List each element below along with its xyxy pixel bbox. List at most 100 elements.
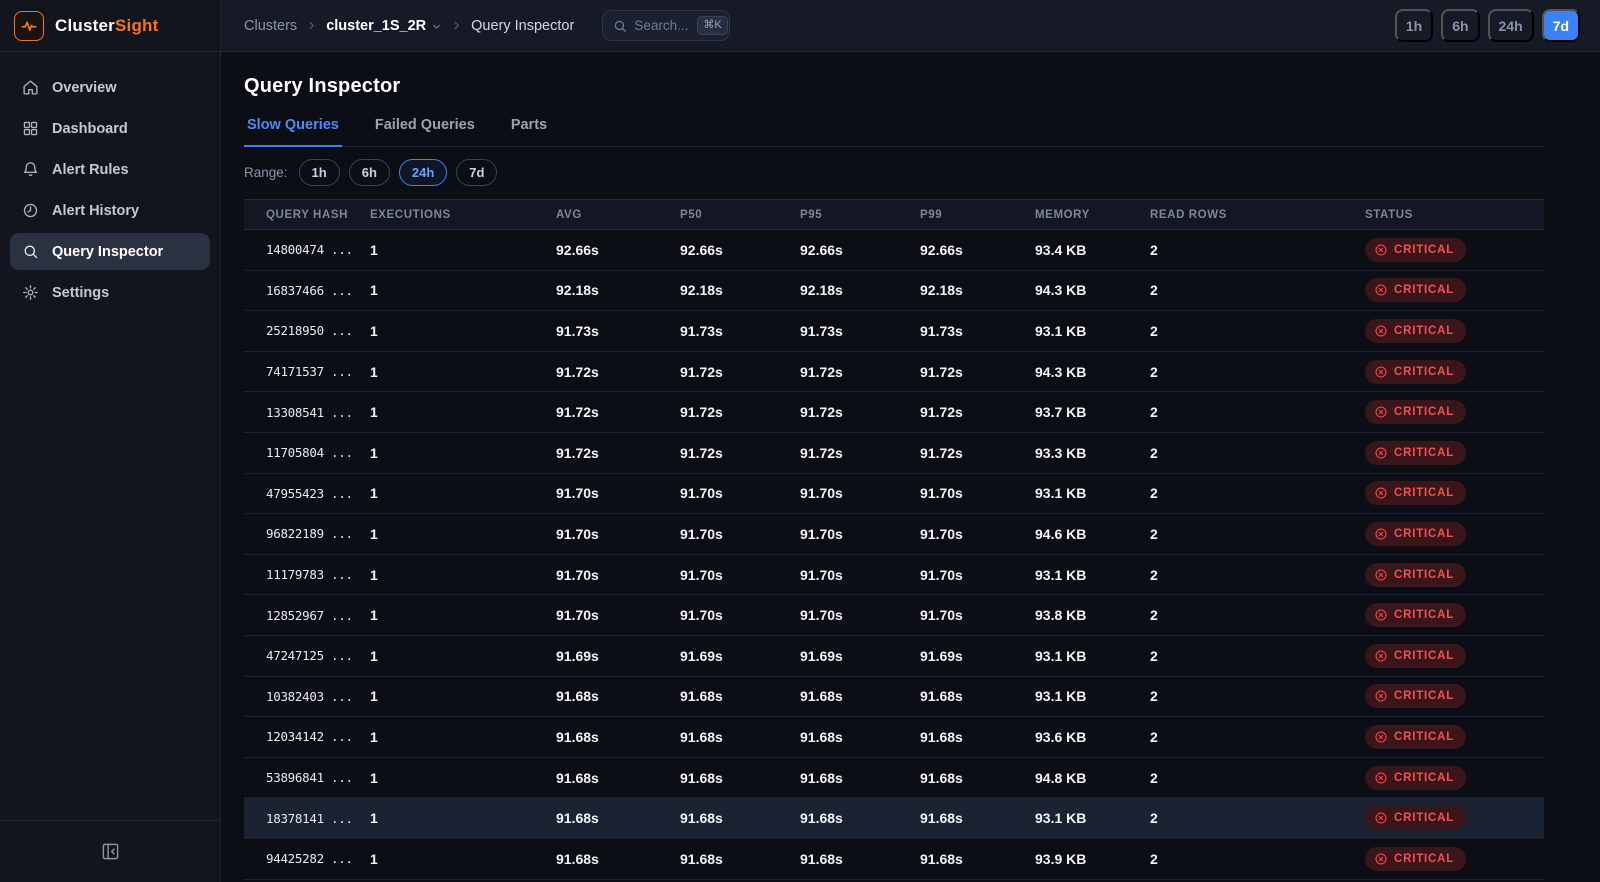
breadcrumb-cluster-selector[interactable]: cluster_1S_2R bbox=[326, 18, 442, 34]
cell-executions: 1 bbox=[370, 607, 556, 623]
cell-p99: 91.70s bbox=[920, 485, 1035, 501]
x-circle-icon bbox=[1374, 283, 1388, 297]
cell-memory: 93.1 KB bbox=[1035, 567, 1150, 583]
global-time-range-button[interactable]: 6h bbox=[1441, 9, 1479, 42]
range-pill[interactable]: 7d bbox=[456, 159, 497, 186]
global-time-range-button[interactable]: 24h bbox=[1488, 9, 1534, 42]
table-row[interactable]: 16837466 ... 1 92.18s 92.18s 92.18s 92.1… bbox=[244, 271, 1544, 312]
table-row[interactable]: 18378141 ... 1 91.68s 91.68s 91.68s 91.6… bbox=[244, 798, 1544, 839]
cell-p50: 92.18s bbox=[680, 282, 800, 298]
status-badge-label: CRITICAL bbox=[1394, 406, 1454, 418]
cell-query-hash: 16837466 ... bbox=[244, 283, 370, 298]
table-row[interactable]: 96822189 ... 1 91.70s 91.70s 91.70s 91.7… bbox=[244, 514, 1544, 555]
cell-avg: 91.70s bbox=[556, 526, 680, 542]
table-row[interactable]: 53896841 ... 1 91.68s 91.68s 91.68s 91.6… bbox=[244, 758, 1544, 799]
table-row[interactable]: 10382403 ... 1 91.68s 91.68s 91.68s 91.6… bbox=[244, 677, 1544, 718]
cell-memory: 93.1 KB bbox=[1035, 323, 1150, 339]
x-circle-icon bbox=[1374, 527, 1388, 541]
status-badge-label: CRITICAL bbox=[1394, 731, 1454, 743]
sidebar-item[interactable]: Settings bbox=[10, 274, 210, 311]
status-badge-label: CRITICAL bbox=[1394, 772, 1454, 784]
table-row[interactable]: 14800474 ... 1 92.66s 92.66s 92.66s 92.6… bbox=[244, 230, 1544, 271]
sidebar-item-label: Dashboard bbox=[52, 121, 128, 137]
sidebar-item[interactable]: Dashboard bbox=[10, 110, 210, 147]
status-badge: CRITICAL bbox=[1365, 603, 1466, 627]
cell-p50: 91.68s bbox=[680, 851, 800, 867]
global-time-range-button[interactable]: 7d bbox=[1542, 9, 1580, 42]
range-pill[interactable]: 1h bbox=[299, 159, 340, 186]
cell-avg: 91.70s bbox=[556, 567, 680, 583]
search-box[interactable]: ⌘K bbox=[602, 10, 730, 41]
cell-status: CRITICAL bbox=[1365, 481, 1544, 505]
sidebar-item[interactable]: Alert Rules bbox=[10, 151, 210, 188]
cell-executions: 1 bbox=[370, 526, 556, 542]
x-circle-icon bbox=[1374, 486, 1388, 500]
status-badge-label: CRITICAL bbox=[1394, 366, 1454, 378]
cell-p99: 91.72s bbox=[920, 364, 1035, 380]
cell-query-hash: 96822189 ... bbox=[244, 526, 370, 541]
sidebar-item-label: Alert Rules bbox=[52, 162, 129, 178]
status-badge-label: CRITICAL bbox=[1394, 487, 1454, 499]
tab[interactable]: Parts bbox=[508, 117, 550, 147]
cell-p99: 91.70s bbox=[920, 607, 1035, 623]
table-row[interactable]: 25218950 ... 1 91.73s 91.73s 91.73s 91.7… bbox=[244, 311, 1544, 352]
sidebar-item[interactable]: Overview bbox=[10, 69, 210, 106]
tab[interactable]: Slow Queries bbox=[244, 117, 342, 147]
panel-collapse-icon[interactable] bbox=[95, 836, 126, 867]
cell-p95: 91.68s bbox=[800, 810, 920, 826]
cell-query-hash: 12034142 ... bbox=[244, 729, 370, 744]
sidebar-item-label: Alert History bbox=[52, 203, 139, 219]
x-circle-icon bbox=[1374, 852, 1388, 866]
search-input[interactable] bbox=[634, 18, 690, 33]
cell-p99: 91.73s bbox=[920, 323, 1035, 339]
cell-memory: 94.6 KB bbox=[1035, 526, 1150, 542]
table-row[interactable]: 12852967 ... 1 91.70s 91.70s 91.70s 91.7… bbox=[244, 595, 1544, 636]
table-row[interactable]: 11179783 ... 1 91.70s 91.70s 91.70s 91.7… bbox=[244, 555, 1544, 596]
table-column-header: READ ROWS bbox=[1150, 209, 1365, 221]
status-badge: CRITICAL bbox=[1365, 360, 1466, 384]
status-badge-label: CRITICAL bbox=[1394, 244, 1454, 256]
table-row[interactable]: 12034142 ... 1 91.68s 91.68s 91.68s 91.6… bbox=[244, 717, 1544, 758]
status-badge: CRITICAL bbox=[1365, 766, 1466, 790]
bell-icon bbox=[22, 161, 39, 178]
sidebar-item[interactable]: Alert History bbox=[10, 192, 210, 229]
table-row[interactable]: 11705804 ... 1 91.72s 91.72s 91.72s 91.7… bbox=[244, 433, 1544, 474]
tab[interactable]: Failed Queries bbox=[372, 117, 478, 147]
cell-p50: 91.68s bbox=[680, 729, 800, 745]
cell-p95: 91.68s bbox=[800, 851, 920, 867]
table-column-header: P95 bbox=[800, 209, 920, 221]
range-label: Range: bbox=[244, 165, 288, 180]
sidebar-footer bbox=[0, 820, 220, 882]
cell-status: CRITICAL bbox=[1365, 806, 1544, 830]
dashboard-icon bbox=[22, 120, 39, 137]
table-row[interactable]: 47247125 ... 1 91.69s 91.69s 91.69s 91.6… bbox=[244, 636, 1544, 677]
cell-status: CRITICAL bbox=[1365, 360, 1544, 384]
table-row[interactable]: 13308541 ... 1 91.72s 91.72s 91.72s 91.7… bbox=[244, 392, 1544, 433]
sidebar-item-label: Query Inspector bbox=[52, 244, 163, 260]
chevron-down-icon bbox=[431, 21, 442, 32]
table-row[interactable]: 94425282 ... 1 91.68s 91.68s 91.68s 91.6… bbox=[244, 839, 1544, 880]
table-column-header: P99 bbox=[920, 209, 1035, 221]
global-time-range-button[interactable]: 1h bbox=[1395, 9, 1433, 42]
cell-read-rows: 2 bbox=[1150, 851, 1365, 867]
cell-status: CRITICAL bbox=[1365, 603, 1544, 627]
table-row[interactable]: 47955423 ... 1 91.70s 91.70s 91.70s 91.7… bbox=[244, 474, 1544, 515]
cell-status: CRITICAL bbox=[1365, 522, 1544, 546]
cell-p95: 91.72s bbox=[800, 404, 920, 420]
breadcrumb: Clusters cluster_1S_2R Query Inspector bbox=[244, 18, 574, 34]
breadcrumb-clusters[interactable]: Clusters bbox=[244, 18, 297, 34]
range-pill[interactable]: 6h bbox=[349, 159, 390, 186]
range-pill[interactable]: 24h bbox=[399, 159, 447, 186]
sidebar-item[interactable]: Query Inspector bbox=[10, 233, 210, 270]
cell-avg: 91.68s bbox=[556, 729, 680, 745]
cell-p50: 91.72s bbox=[680, 445, 800, 461]
search-icon bbox=[613, 19, 627, 33]
cell-executions: 1 bbox=[370, 282, 556, 298]
table-row[interactable]: 74171537 ... 1 91.72s 91.72s 91.72s 91.7… bbox=[244, 352, 1544, 393]
cell-p50: 91.68s bbox=[680, 770, 800, 786]
cell-p99: 91.72s bbox=[920, 404, 1035, 420]
table-column-header: P50 bbox=[680, 209, 800, 221]
cell-executions: 1 bbox=[370, 851, 556, 867]
cell-avg: 91.69s bbox=[556, 648, 680, 664]
cell-query-hash: 47247125 ... bbox=[244, 648, 370, 663]
